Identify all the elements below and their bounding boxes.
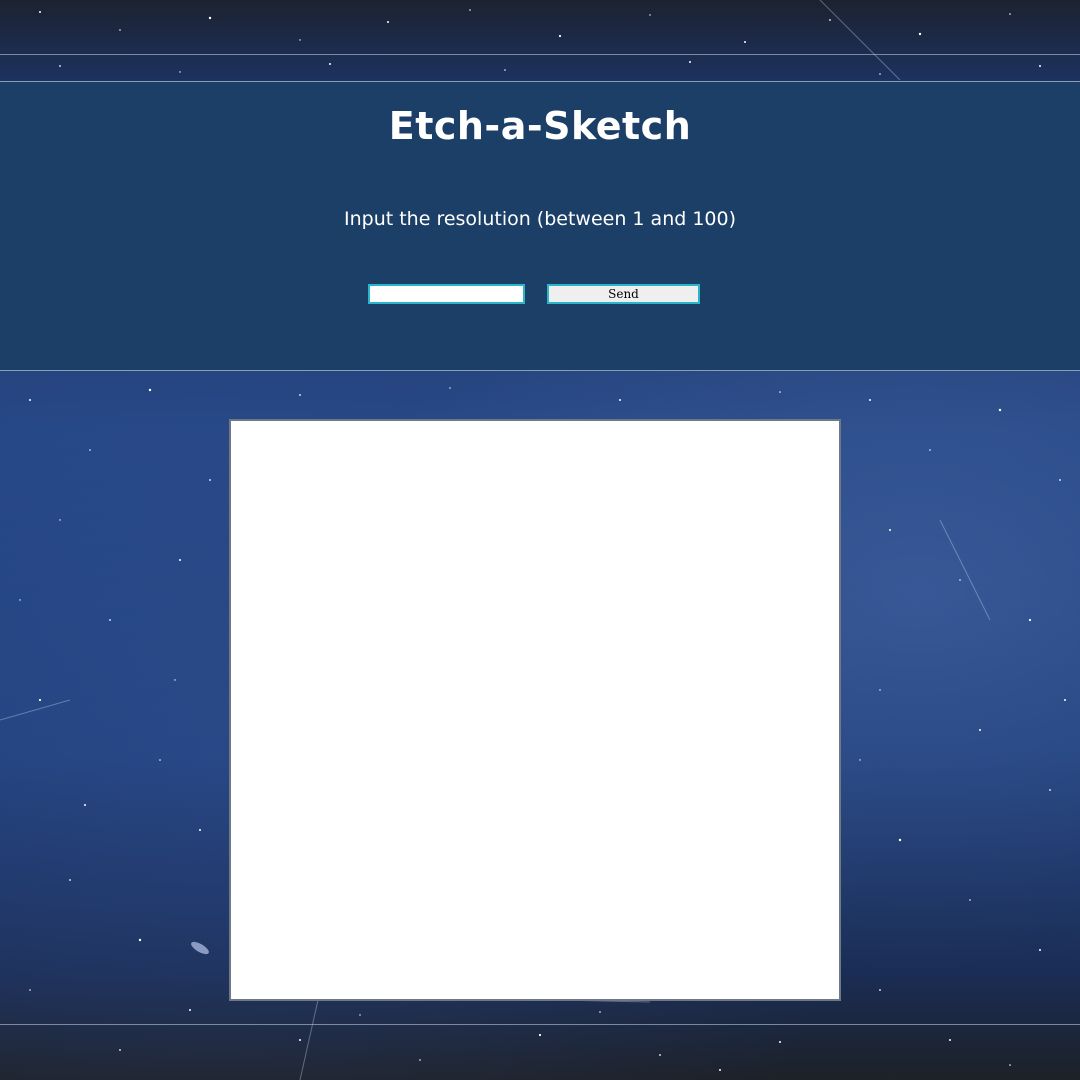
resolution-controls: Send: [368, 284, 702, 304]
top-divider-line: [0, 54, 1080, 55]
page: Etch-a-Sketch Input the resolution (betw…: [0, 0, 1080, 1080]
send-button[interactable]: Send: [547, 284, 700, 304]
sketch-canvas[interactable]: [229, 419, 841, 1001]
page-title: Etch-a-Sketch: [388, 104, 692, 148]
resolution-input[interactable]: [368, 284, 525, 304]
header-panel: Etch-a-Sketch Input the resolution (betw…: [0, 81, 1080, 371]
resolution-prompt: Input the resolution (between 1 and 100): [343, 208, 737, 230]
bottom-divider-line: [0, 1024, 1080, 1025]
